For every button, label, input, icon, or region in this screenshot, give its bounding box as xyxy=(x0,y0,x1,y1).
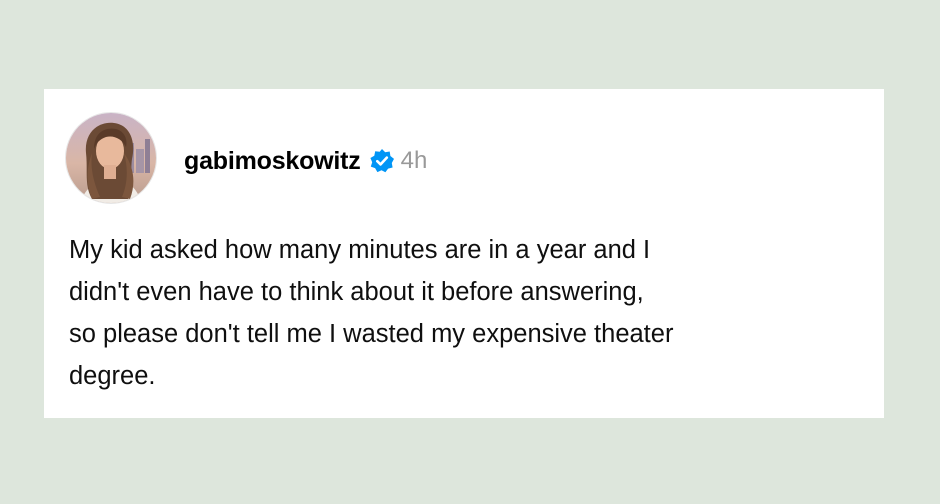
avatar[interactable] xyxy=(65,112,157,204)
post-text-line: didn't even have to think about it befor… xyxy=(69,278,644,306)
profile-photo xyxy=(66,113,156,203)
post-header: gabimoskowitz 4h xyxy=(184,141,427,181)
post-timestamp[interactable]: 4h xyxy=(401,147,428,175)
username[interactable]: gabimoskowitz xyxy=(184,147,361,176)
post-text-line: My kid asked how many minutes are in a y… xyxy=(69,236,651,264)
post-card: gabimoskowitz 4h My kid asked how many m… xyxy=(44,89,884,418)
post-text: My kid asked how many minutes are in a y… xyxy=(69,229,869,397)
post-text-line: so please don't tell me I wasted my expe… xyxy=(69,320,674,348)
post-text-line: degree. xyxy=(69,362,156,390)
page-background: gabimoskowitz 4h My kid asked how many m… xyxy=(0,0,940,504)
verified-badge-icon xyxy=(369,148,395,174)
